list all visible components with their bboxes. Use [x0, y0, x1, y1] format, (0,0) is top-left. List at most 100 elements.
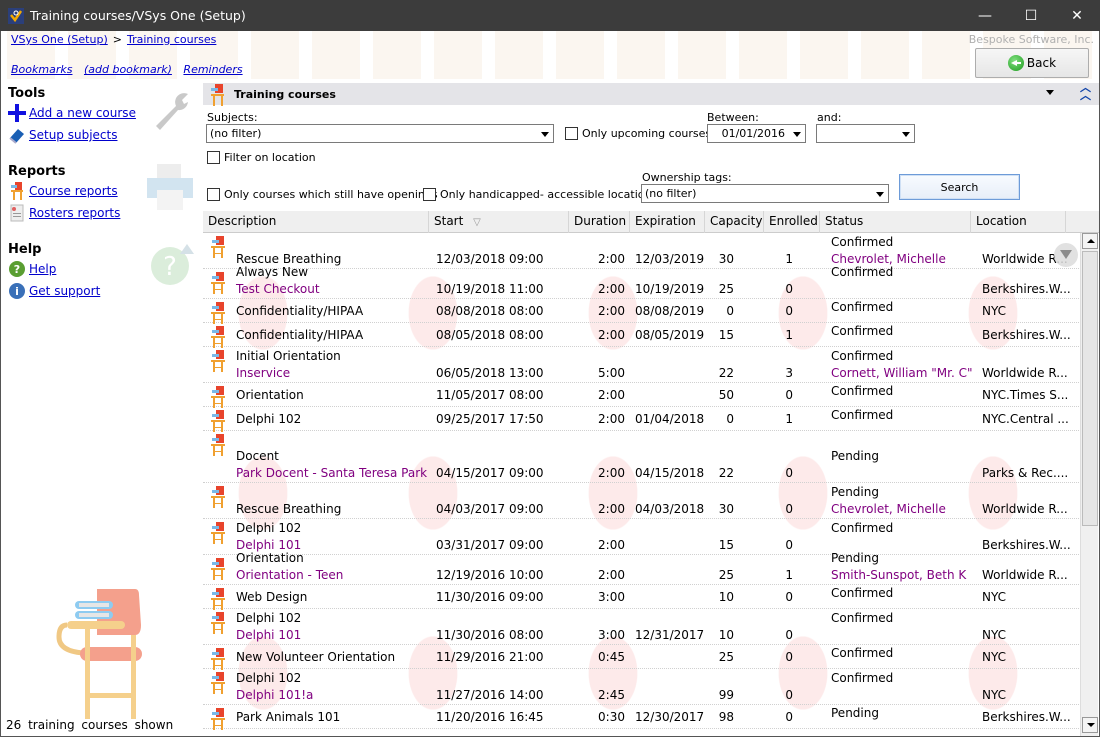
- upcoming-checkbox[interactable]: Only upcoming courses: [565, 127, 711, 140]
- course-chair-icon: [211, 272, 225, 294]
- table-row[interactable]: Confidentiality/HIPAA 08/08/2018 08:00 2:0…: [203, 299, 1081, 324]
- close-button[interactable]: ✕: [1054, 0, 1100, 31]
- openings-checkbox[interactable]: Only courses which still have openings: [207, 188, 438, 201]
- course-subject: Inservice: [236, 366, 291, 380]
- course-reports-link[interactable]: Course reports: [29, 184, 118, 198]
- plus-icon: [8, 104, 26, 122]
- filter-funnel-icon[interactable]: [1054, 243, 1078, 267]
- course-enrolled: 1: [785, 328, 793, 342]
- checkbox-box[interactable]: [207, 151, 220, 164]
- course-expiration: 12/03/2019: [635, 252, 705, 266]
- scroll-up-button[interactable]: [1082, 233, 1098, 249]
- table-row[interactable]: Orientation 11/05/2017 08:00 2:00 50 0 Confir…: [203, 383, 1081, 408]
- scroll-down-button[interactable]: [1082, 717, 1098, 733]
- scrollbar-thumb[interactable]: [1082, 251, 1098, 526]
- table-row[interactable]: Web Design 11/30/2016 09:00 3:00 10 0 Confirm…: [203, 585, 1081, 610]
- course-contact[interactable]: Smith-Sunspot, Beth K: [831, 568, 966, 582]
- sidebar-item-add-course[interactable]: Add a new course: [8, 104, 136, 122]
- course-chair-icon: [211, 326, 225, 348]
- table-row[interactable]: Confidentiality/HIPAA 08/05/2018 08:00 2:0…: [203, 323, 1081, 348]
- table-row[interactable]: Park Animals 101 11/20/2016 16:45 0:30 12/3…: [203, 705, 1081, 730]
- course-status: Confirmed: [831, 324, 894, 338]
- back-button[interactable]: Back: [975, 48, 1089, 78]
- table-row[interactable]: Delphi 102 Delphi 101 11/30/2016 08:00 3:00…: [203, 609, 1081, 645]
- breadcrumb-current-link[interactable]: Training courses: [127, 33, 216, 46]
- course-location: NYC: [982, 304, 1007, 318]
- course-duration: 2:00: [598, 568, 625, 582]
- table-row[interactable]: Rescue Breathing 12/03/2018 09:00 2:00 12/0…: [203, 233, 1081, 269]
- rosters-reports-link[interactable]: Rosters reports: [29, 206, 120, 220]
- column-header-extra: [1066, 211, 1099, 233]
- course-status: Pending: [831, 706, 879, 720]
- checkbox-box[interactable]: [565, 127, 578, 140]
- course-subject: Park Docent - Santa Teresa Park: [236, 466, 428, 480]
- get-support-link[interactable]: Get support: [29, 284, 100, 298]
- course-description: Orientation: [236, 388, 304, 402]
- column-header-duration[interactable]: Duration: [569, 211, 630, 233]
- ownership-select[interactable]: (no filter): [641, 184, 889, 203]
- filter-location-checkbox[interactable]: Filter on location: [207, 151, 316, 164]
- course-status: Confirmed: [831, 671, 894, 685]
- table-row[interactable]: Orientation Orientation - Teen 12/19/2016 …: [203, 551, 1081, 585]
- course-start: 11/05/2017 08:00: [436, 388, 544, 402]
- course-capacity: 98: [718, 710, 734, 724]
- sidebar-item-rosters-reports[interactable]: Rosters reports: [8, 204, 120, 222]
- start-date-picker[interactable]: 01/01/2016: [707, 124, 806, 143]
- help-question-icon: ?: [9, 261, 25, 277]
- table-row[interactable]: Docent Park Docent - Santa Teresa Park 04/…: [203, 431, 1081, 483]
- collapse-panel-icon[interactable]: ︿ ︿: [1080, 82, 1091, 101]
- column-header-capacity[interactable]: Capacity: [705, 211, 764, 233]
- column-header-start[interactable]: Start ▽: [429, 211, 569, 233]
- setup-subjects-link[interactable]: Setup subjects: [29, 128, 118, 142]
- table-row[interactable]: Delphi 102 Delphi 101!a 11/27/2016 14:00 2:…: [203, 669, 1081, 705]
- table-row[interactable]: Always New Test Checkout 10/19/2018 11:00 2…: [203, 265, 1081, 299]
- course-duration: 2:00: [598, 502, 625, 516]
- subjects-select[interactable]: (no filter): [206, 124, 554, 143]
- vertical-scrollbar[interactable]: [1080, 233, 1098, 736]
- end-date-picker[interactable]: [816, 124, 915, 143]
- arrow-down-icon: [1087, 723, 1095, 727]
- course-chair-icon: [211, 386, 225, 408]
- checkbox-box[interactable]: [207, 188, 220, 201]
- subjects-label: Subjects:: [207, 111, 258, 124]
- table-row[interactable]: New Volunteer Orientation 11/29/2016 21:0…: [203, 645, 1081, 670]
- column-header-description[interactable]: Description: [203, 211, 429, 233]
- reminders-link[interactable]: Reminders: [183, 63, 242, 76]
- table-row[interactable]: Delphi 102 Delphi 101 03/31/2017 09:00 2:00…: [203, 519, 1081, 555]
- bookmarks-link[interactable]: Bookmarks: [11, 63, 72, 76]
- table-row[interactable]: Rescue Breathing 04/03/2017 09:00 2:00 04/0…: [203, 483, 1081, 519]
- column-header-expiration[interactable]: Expiration: [630, 211, 705, 233]
- checkbox-box[interactable]: [423, 188, 436, 201]
- course-contact[interactable]: Chevrolet, Michelle: [831, 502, 946, 516]
- breadcrumb-root-link[interactable]: VSys One (Setup): [11, 33, 108, 46]
- course-contact[interactable]: Chevrolet, Michelle: [831, 252, 946, 266]
- course-expiration: 04/15/2018: [635, 466, 705, 480]
- handicapped-label: Only handicapped- accessible locations: [440, 188, 658, 201]
- column-header-status[interactable]: Status: [820, 211, 971, 233]
- table-row[interactable]: Delphi 102 09/25/2017 17:50 2:00 01/04/2018…: [203, 407, 1081, 432]
- course-duration: 2:00: [598, 282, 625, 296]
- course-location: Berkshires.W...: [982, 328, 1071, 342]
- course-start: 04/03/2017 09:00: [436, 502, 544, 516]
- search-button[interactable]: Search: [899, 174, 1020, 200]
- maximize-button[interactable]: ☐: [1008, 0, 1054, 31]
- course-status: Pending: [831, 551, 879, 565]
- help-link[interactable]: Help: [29, 262, 56, 276]
- column-header-location[interactable]: Location: [971, 211, 1066, 233]
- minimize-button[interactable]: —: [962, 0, 1008, 31]
- course-enrolled: 0: [785, 502, 793, 516]
- course-start: 03/31/2017 09:00: [436, 538, 544, 552]
- sidebar-item-setup-subjects[interactable]: Setup subjects: [8, 126, 118, 144]
- course-contact[interactable]: Cornett, William "Mr. C": [831, 366, 973, 380]
- panel-menu-dropdown[interactable]: [1046, 90, 1054, 95]
- add-bookmark-link[interactable]: (add bookmark): [84, 63, 172, 76]
- course-subject: Delphi 101: [236, 628, 302, 642]
- column-header-enrolled[interactable]: Enrolled: [764, 211, 820, 233]
- sidebar-item-course-reports[interactable]: Course reports: [8, 182, 118, 200]
- company-name: Bespoke Software, Inc.: [968, 33, 1094, 46]
- sidebar-item-get-support[interactable]: i Get support: [8, 282, 100, 300]
- sidebar-item-help[interactable]: ? Help: [8, 260, 56, 278]
- add-course-link[interactable]: Add a new course: [29, 106, 136, 120]
- handicapped-checkbox[interactable]: Only handicapped- accessible locations: [423, 188, 657, 201]
- table-row[interactable]: Initial Orientation Inservice 06/05/2018 1…: [203, 347, 1081, 383]
